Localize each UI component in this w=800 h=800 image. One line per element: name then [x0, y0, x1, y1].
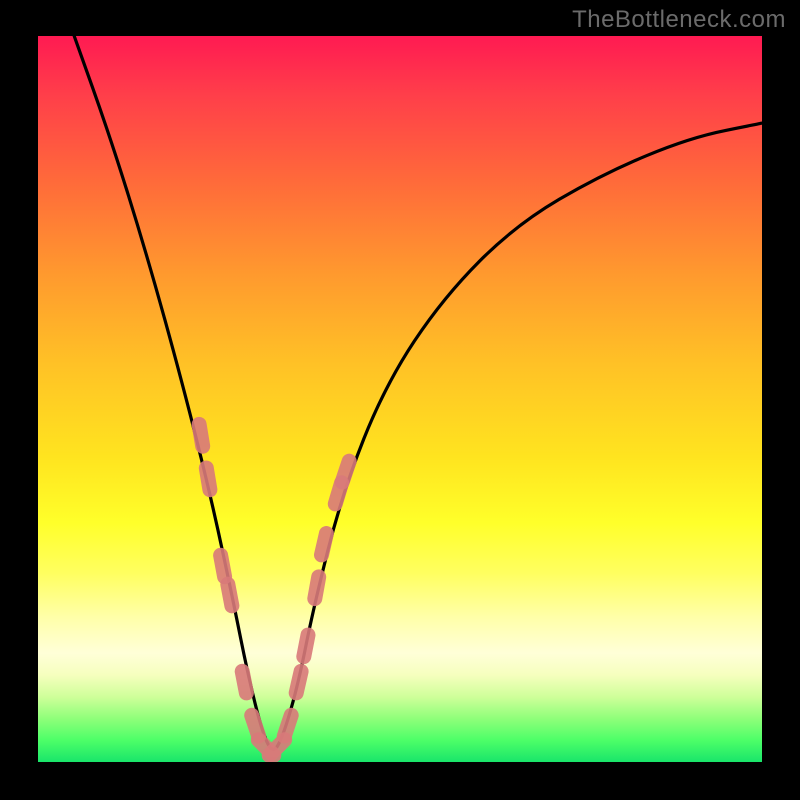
curve-marker: [342, 461, 349, 482]
curve-marker: [206, 468, 210, 490]
curve-layer: [74, 36, 762, 749]
plot-area: [38, 36, 762, 762]
curve-marker: [322, 534, 327, 555]
curve-marker: [242, 671, 246, 693]
bottleneck-curve: [74, 36, 762, 749]
curve-marker: [228, 584, 232, 606]
watermark-text: TheBottleneck.com: [572, 6, 786, 34]
marker-layer: [199, 424, 349, 755]
curve-marker: [296, 671, 301, 693]
chart-svg: [38, 36, 762, 762]
curve-marker: [221, 555, 225, 577]
curve-marker: [284, 715, 291, 736]
curve-marker: [199, 424, 203, 446]
curve-marker: [315, 577, 319, 599]
curve-marker: [304, 635, 308, 657]
chart-frame: TheBottleneck.com: [0, 0, 800, 800]
